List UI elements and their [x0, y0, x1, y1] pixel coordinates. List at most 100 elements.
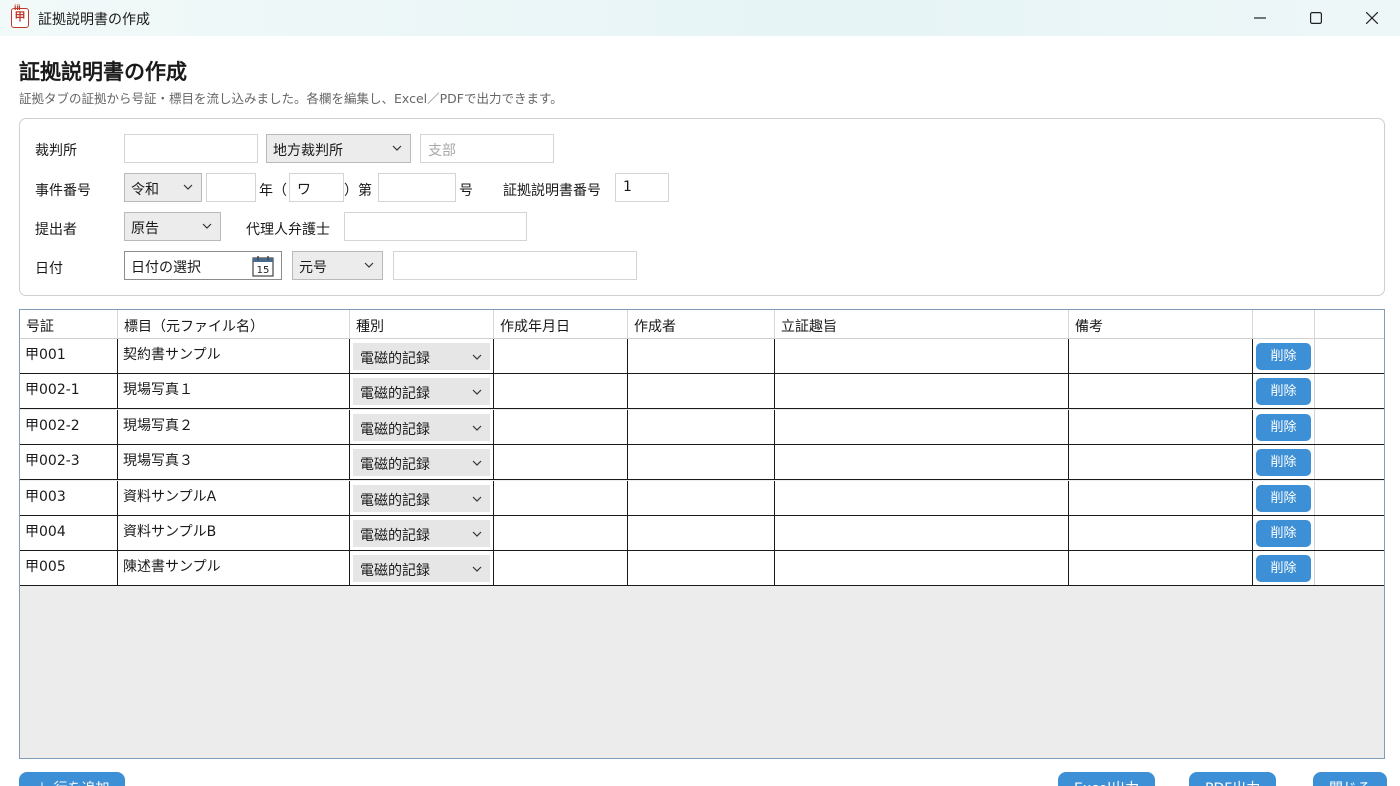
court-type-select[interactable]: 地方裁判所: [266, 134, 411, 163]
court-name-input[interactable]: [124, 134, 258, 163]
calendar-icon[interactable]: 15: [252, 255, 274, 277]
type-select[interactable]: 電磁的記録: [353, 484, 490, 512]
cell-action[interactable]: 削除: [1253, 409, 1315, 444]
cell-purpose[interactable]: [775, 445, 1069, 480]
submitter-select[interactable]: 原告: [124, 212, 221, 241]
cell-date[interactable]: [494, 516, 628, 550]
cell-evidence-no[interactable]: 甲005: [20, 551, 118, 586]
delete-row-button[interactable]: 削除: [1256, 484, 1311, 512]
cell-type[interactable]: 電磁的記録: [350, 374, 494, 409]
table-row[interactable]: 甲001 契約書サンプル 電磁的記録 削除: [20, 339, 1384, 374]
cell-purpose[interactable]: [775, 551, 1069, 586]
cell-title[interactable]: 資料サンプルA: [118, 480, 350, 515]
type-select[interactable]: 電磁的記録: [353, 449, 490, 477]
cell-action[interactable]: 削除: [1253, 516, 1315, 550]
cell-action[interactable]: 削除: [1253, 480, 1315, 515]
delete-row-button[interactable]: 削除: [1256, 555, 1311, 583]
cell-title[interactable]: 資料サンプルB: [118, 516, 350, 550]
cell-date[interactable]: [494, 409, 628, 444]
cell-date[interactable]: [494, 551, 628, 586]
table-row[interactable]: 甲002-3 現場写真３ 電磁的記録 削除: [20, 445, 1384, 481]
cell-type[interactable]: 電磁的記録: [350, 480, 494, 515]
cell-purpose[interactable]: [775, 339, 1069, 373]
column-header-purpose[interactable]: 立証趣旨: [775, 310, 1069, 339]
delete-row-button[interactable]: 削除: [1256, 413, 1311, 441]
column-header-date[interactable]: 作成年月日: [494, 310, 628, 339]
minimize-button[interactable]: [1232, 0, 1288, 36]
cell-type[interactable]: 電磁的記録: [350, 445, 494, 480]
type-select[interactable]: 電磁的記録: [353, 343, 490, 370]
maximize-button[interactable]: [1288, 0, 1344, 36]
cell-note[interactable]: [1069, 374, 1253, 409]
column-header-title[interactable]: 標目（元ファイル名）: [118, 310, 350, 339]
cell-type[interactable]: 電磁的記録: [350, 339, 494, 373]
cell-type[interactable]: 電磁的記録: [350, 516, 494, 550]
cell-evidence-no[interactable]: 甲002-2: [20, 409, 118, 444]
cell-author[interactable]: [628, 480, 775, 515]
delete-row-button[interactable]: 削除: [1256, 520, 1311, 547]
cell-date[interactable]: [494, 339, 628, 373]
cell-author[interactable]: [628, 409, 775, 444]
cell-author[interactable]: [628, 445, 775, 480]
type-select[interactable]: 電磁的記録: [353, 555, 490, 583]
cell-title[interactable]: 陳述書サンプル: [118, 551, 350, 586]
cell-date[interactable]: [494, 374, 628, 409]
cell-purpose[interactable]: [775, 480, 1069, 515]
cell-note[interactable]: [1069, 551, 1253, 586]
delete-row-button[interactable]: 削除: [1256, 378, 1311, 406]
date-text-input[interactable]: [393, 251, 637, 280]
cell-action[interactable]: 削除: [1253, 445, 1315, 480]
close-button[interactable]: [1344, 0, 1400, 36]
add-row-button[interactable]: ＋ 行を追加: [19, 772, 126, 786]
pdf-export-button[interactable]: PDF出力: [1189, 772, 1277, 786]
cell-evidence-no[interactable]: 甲001: [20, 339, 118, 373]
type-select[interactable]: 電磁的記録: [353, 378, 490, 406]
table-row[interactable]: 甲002-2 現場写真２ 電磁的記録 削除: [20, 409, 1384, 445]
cell-note[interactable]: [1069, 339, 1253, 373]
cell-note[interactable]: [1069, 445, 1253, 480]
cell-title[interactable]: 契約書サンプル: [118, 339, 350, 373]
date-picker[interactable]: 日付の選択 15: [124, 251, 282, 280]
table-row[interactable]: 甲004 資料サンプルB 電磁的記録 削除: [20, 516, 1384, 551]
table-row[interactable]: 甲003 資料サンプルA 電磁的記録 削除: [20, 480, 1384, 516]
cell-author[interactable]: [628, 516, 775, 550]
delete-row-button[interactable]: 削除: [1256, 449, 1311, 477]
column-header-no[interactable]: 号証: [20, 310, 118, 339]
column-header-note[interactable]: 備考: [1069, 310, 1253, 339]
cell-date[interactable]: [494, 445, 628, 480]
cell-date[interactable]: [494, 480, 628, 515]
case-symbol-input[interactable]: ワ: [289, 173, 344, 202]
cell-action[interactable]: 削除: [1253, 374, 1315, 409]
case-year-input[interactable]: [206, 173, 256, 202]
cell-title[interactable]: 現場写真２: [118, 409, 350, 444]
cell-note[interactable]: [1069, 480, 1253, 515]
cell-action[interactable]: 削除: [1253, 551, 1315, 586]
cell-type[interactable]: 電磁的記録: [350, 409, 494, 444]
cell-author[interactable]: [628, 339, 775, 373]
excel-export-button[interactable]: Excel出力: [1058, 772, 1156, 786]
cell-note[interactable]: [1069, 516, 1253, 550]
cell-note[interactable]: [1069, 409, 1253, 444]
cell-purpose[interactable]: [775, 516, 1069, 550]
delete-row-button[interactable]: 削除: [1256, 343, 1311, 370]
table-row[interactable]: 甲002-1 現場写真１ 電磁的記録 削除: [20, 374, 1384, 410]
cell-evidence-no[interactable]: 甲002-1: [20, 374, 118, 409]
table-row[interactable]: 甲005 陳述書サンプル 電磁的記録 削除: [20, 551, 1384, 587]
cell-type[interactable]: 電磁的記録: [350, 551, 494, 586]
cell-author[interactable]: [628, 551, 775, 586]
cell-evidence-no[interactable]: 甲004: [20, 516, 118, 550]
branch-input[interactable]: 支部: [420, 134, 554, 163]
cell-title[interactable]: 現場写真１: [118, 374, 350, 409]
column-header-author[interactable]: 作成者: [628, 310, 775, 339]
type-select[interactable]: 電磁的記録: [353, 413, 490, 441]
cell-evidence-no[interactable]: 甲003: [20, 480, 118, 515]
era-select[interactable]: 令和: [124, 173, 202, 202]
column-header-type[interactable]: 種別: [350, 310, 494, 339]
cell-purpose[interactable]: [775, 409, 1069, 444]
attorney-input[interactable]: [344, 212, 527, 241]
type-select[interactable]: 電磁的記録: [353, 520, 490, 547]
cell-purpose[interactable]: [775, 374, 1069, 409]
cell-title[interactable]: 現場写真３: [118, 445, 350, 480]
case-number-input[interactable]: [378, 173, 456, 202]
close-dialog-button[interactable]: 閉じる: [1313, 772, 1387, 786]
